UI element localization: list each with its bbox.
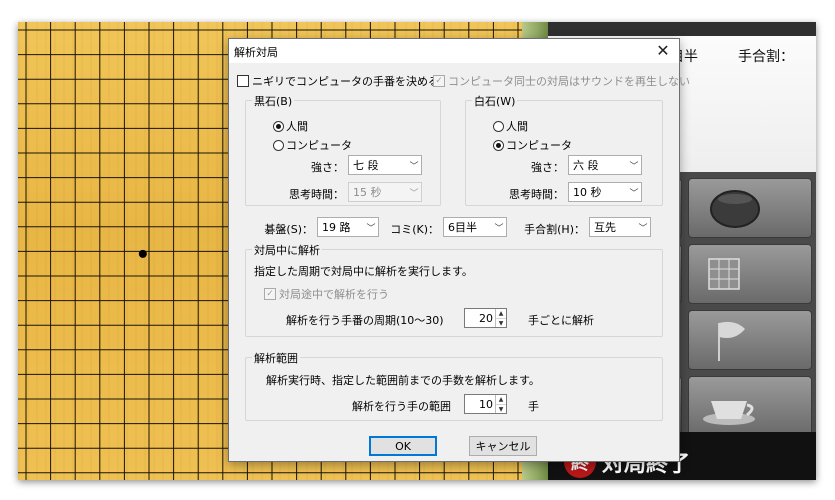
board-thumbnail-icon bbox=[708, 258, 740, 290]
black-computer-label: コンピュータ bbox=[286, 139, 352, 152]
teacup-icon bbox=[703, 401, 755, 425]
black-time-label: 思考時間： bbox=[289, 188, 344, 201]
dialog-title: 解析対局 bbox=[234, 46, 278, 59]
interval-input[interactable] bbox=[465, 309, 495, 327]
range-group-label: 解析範囲 bbox=[252, 350, 300, 366]
white-strength-label: 強さ： bbox=[531, 161, 564, 174]
dialog-titlebar[interactable]: 解析対局 ✕ bbox=[229, 39, 679, 63]
flag-icon bbox=[718, 321, 745, 361]
nigiri-checkbox[interactable]: ニギリでコンピュータの手番を決める bbox=[237, 73, 439, 89]
white-time-value: 10 秒 bbox=[573, 186, 602, 199]
interval-suffix: 手ごとに解析 bbox=[528, 314, 594, 327]
spin-up-icon[interactable]: ▲ bbox=[496, 309, 506, 318]
close-icon[interactable]: ✕ bbox=[653, 41, 673, 61]
stone-bowl-icon bbox=[710, 190, 760, 228]
black-human-radio[interactable]: 人間 bbox=[273, 118, 308, 134]
white-time-label: 思考時間： bbox=[509, 188, 564, 201]
mute-sound-checkbox-box: ✓ bbox=[433, 75, 445, 87]
spin-down-icon[interactable]: ▼ bbox=[496, 404, 506, 414]
analysis-range-group: 解析範囲 解析実行時、指定した範囲前までの手数を解析します。 解析を行う手の範囲… bbox=[245, 350, 663, 421]
range-label: 解析を行う手の範囲 bbox=[352, 400, 451, 413]
range-spinner[interactable]: ▲ ▼ bbox=[464, 394, 507, 414]
analyze-during-game-label: 対局途中で解析を行う bbox=[279, 288, 389, 301]
white-stone-group: 白石(W) 人間 コンピュータ 強さ： 六 段 ﹀ 思考時間： 10 秒 ﹀ bbox=[465, 93, 663, 206]
during-game-description: 指定した周期で対局中に解析を実行します。 bbox=[254, 265, 473, 278]
black-human-radio-dot[interactable] bbox=[273, 120, 284, 132]
resign-button[interactable] bbox=[688, 310, 812, 370]
komi-select[interactable]: 6目半 ﹀ bbox=[443, 217, 507, 237]
white-strength-value: 六 段 bbox=[573, 159, 599, 172]
board-size-value: 19 路 bbox=[322, 221, 351, 234]
black-strength-label: 強さ： bbox=[311, 161, 344, 174]
spin-up-icon[interactable]: ▲ bbox=[496, 395, 506, 404]
white-human-label: 人間 bbox=[506, 120, 528, 133]
komi-label: コミ(K)： bbox=[390, 223, 439, 236]
range-spin-buttons[interactable]: ▲ ▼ bbox=[495, 395, 506, 413]
chevron-down-icon: ﹀ bbox=[409, 188, 419, 199]
black-stone-group: 黒石(B) 人間 コンピュータ 強さ： 七 段 ﹀ 思考時間： 15 秒 ﹀ bbox=[245, 93, 441, 206]
analyze-during-game-checkbox: ✓ 対局途中で解析を行う bbox=[264, 286, 389, 302]
board-size-label: 碁盤(S)： bbox=[264, 223, 313, 236]
black-computer-radio[interactable]: コンピュータ bbox=[273, 137, 352, 153]
interval-label: 解析を行う手番の周期(10〜30) bbox=[286, 314, 444, 327]
handicap-value: 互先 bbox=[594, 221, 616, 234]
black-group-label: 黒石(B) bbox=[252, 93, 295, 109]
white-computer-radio-dot[interactable] bbox=[493, 139, 504, 151]
spin-down-icon[interactable]: ▼ bbox=[496, 318, 506, 328]
board-view-button[interactable] bbox=[688, 244, 812, 304]
mute-sound-checkbox: ✓ コンピュータ同士の対局はサウンドを再生しない bbox=[433, 73, 690, 89]
bowl-button[interactable] bbox=[688, 178, 812, 238]
white-computer-radio[interactable]: コンピュータ bbox=[493, 137, 572, 153]
handicap-label: 手合割(H)： bbox=[524, 223, 585, 236]
cancel-button[interactable]: キャンセル bbox=[469, 436, 537, 456]
during-game-analysis-group: 対局中に解析 指定した周期で対局中に解析を実行します。 ✓ 対局途中で解析を行う… bbox=[245, 242, 663, 337]
chevron-down-icon: ﹀ bbox=[494, 223, 504, 234]
chevron-down-icon: ﹀ bbox=[629, 161, 639, 172]
nigiri-checkbox-box[interactable] bbox=[237, 75, 249, 87]
white-group-label: 白石(W) bbox=[472, 93, 518, 109]
black-computer-radio-dot[interactable] bbox=[273, 139, 284, 151]
black-strength-value: 七 段 bbox=[353, 159, 379, 172]
black-time-value: 15 秒 bbox=[353, 186, 382, 199]
white-computer-label: コンピュータ bbox=[506, 139, 572, 152]
chevron-down-icon: ﹀ bbox=[409, 161, 419, 172]
ok-button[interactable]: OK bbox=[369, 436, 437, 456]
white-human-radio-dot[interactable] bbox=[493, 120, 504, 132]
range-suffix: 手 bbox=[528, 400, 539, 413]
black-strength-select[interactable]: 七 段 ﹀ bbox=[348, 155, 422, 175]
analyze-during-game-checkbox-box: ✓ bbox=[264, 288, 276, 300]
komi-value: 6目半 bbox=[448, 221, 477, 234]
chevron-down-icon: ﹀ bbox=[638, 223, 648, 234]
handicap-info: 手合割： bbox=[738, 49, 794, 65]
board-size-select[interactable]: 19 路 ﹀ bbox=[317, 217, 379, 237]
range-description: 解析実行時、指定した範囲前までの手数を解析します。 bbox=[266, 374, 540, 387]
interval-spinner[interactable]: ▲ ▼ bbox=[464, 308, 507, 328]
star-point bbox=[138, 249, 147, 258]
mute-sound-label: コンピュータ同士の対局はサウンドを再生しない bbox=[448, 75, 690, 88]
info-topbar bbox=[548, 22, 816, 36]
handicap-select[interactable]: 互先 ﹀ bbox=[589, 217, 651, 237]
range-input[interactable] bbox=[465, 395, 495, 413]
white-strength-select[interactable]: 六 段 ﹀ bbox=[568, 155, 642, 175]
chevron-down-icon: ﹀ bbox=[629, 188, 639, 199]
chevron-down-icon: ﹀ bbox=[366, 223, 376, 234]
during-game-group-label: 対局中に解析 bbox=[252, 242, 322, 258]
analysis-game-dialog: 解析対局 ✕ ニギリでコンピュータの手番を決める ✓ コンピュータ同士の対局はサ… bbox=[228, 38, 690, 462]
black-human-label: 人間 bbox=[286, 120, 308, 133]
white-time-select[interactable]: 10 秒 ﹀ bbox=[568, 182, 642, 202]
break-button[interactable] bbox=[688, 376, 812, 436]
nigiri-label: ニギリでコンピュータの手番を決める bbox=[252, 75, 439, 88]
black-time-select: 15 秒 ﹀ bbox=[348, 182, 422, 202]
interval-spin-buttons[interactable]: ▲ ▼ bbox=[495, 309, 506, 327]
white-human-radio[interactable]: 人間 bbox=[493, 118, 528, 134]
